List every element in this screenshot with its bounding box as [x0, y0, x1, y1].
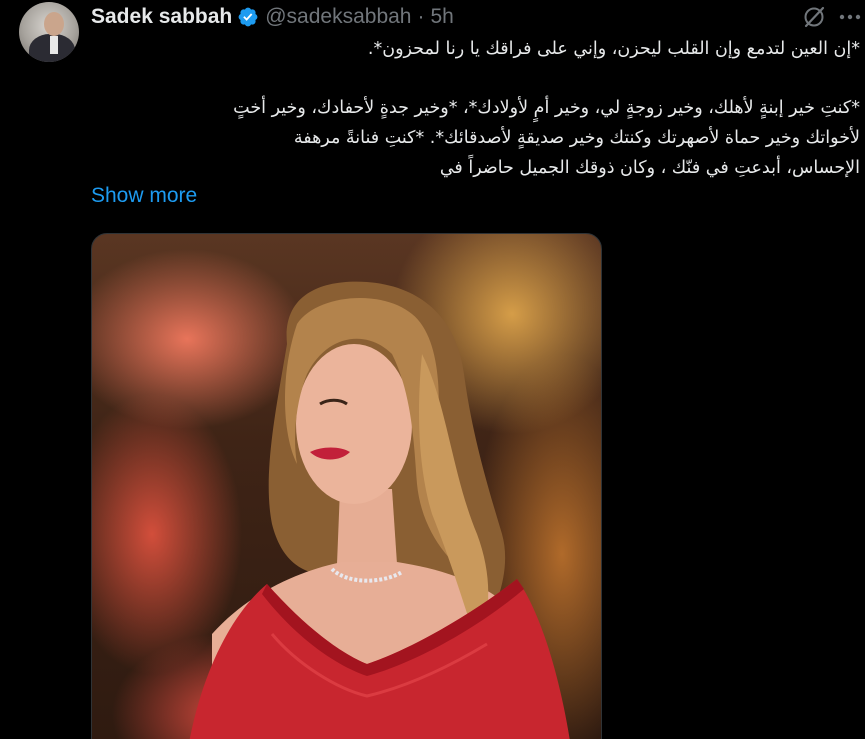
verified-badge-icon[interactable] [237, 6, 259, 28]
timestamp[interactable]: 5h [431, 5, 454, 29]
avatar-head [44, 12, 64, 36]
tweet-text-line: لأخواتك وخير حماة لأصهرتك وكنتك وخير صدي… [293, 128, 860, 148]
avatar[interactable] [19, 2, 79, 62]
show-more-link[interactable]: Show more [91, 184, 197, 208]
tweet-photo[interactable] [91, 233, 602, 739]
tweet-header: Sadek sabbah @sadeksabbah · 5h [91, 2, 454, 32]
tweet-text-line: *إن العين لتدمع وإن القلب ليحزن، وإني عل… [367, 39, 860, 59]
user-handle[interactable]: @sadeksabbah [265, 5, 411, 29]
tweet-text: *إن العين لتدمع وإن القلب ليحزن، وإني عل… [91, 34, 860, 183]
avatar-shirt [50, 36, 58, 54]
photo-illustration [189, 281, 570, 739]
tweet-text-line: الإحساس، أبدعتِ في فنّك ، وكان ذوقك الجم… [439, 158, 860, 178]
display-name[interactable]: Sadek sabbah [91, 5, 232, 29]
tweet-text-line: *كنتِ خير إبنةٍ لأهلك، وخير زوجةٍ لي، وخ… [233, 98, 860, 118]
grok-icon[interactable] [801, 4, 827, 30]
separator-dot: · [417, 5, 425, 28]
more-options-icon[interactable] [837, 4, 863, 30]
tweet: Sadek sabbah @sadeksabbah · 5h *إن العين… [0, 0, 865, 739]
